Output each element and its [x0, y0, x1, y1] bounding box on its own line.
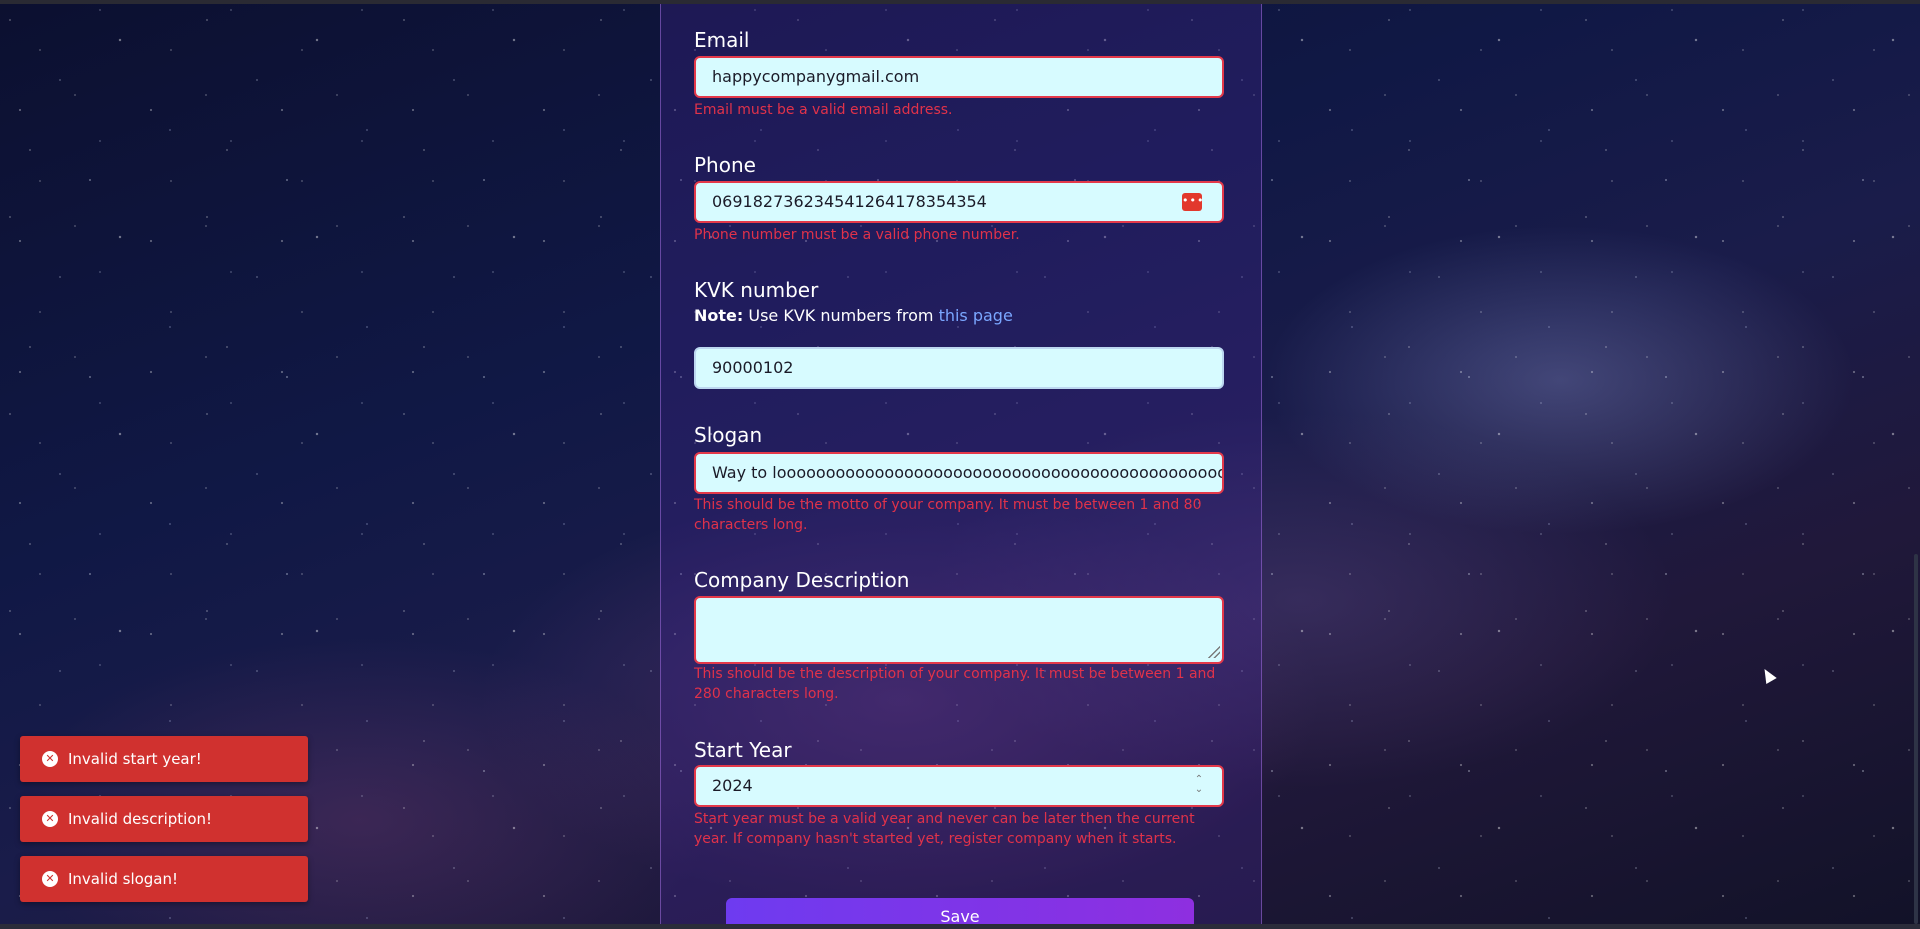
kvk-note-text: Use KVK numbers from [748, 306, 934, 325]
error-circle-icon: ✕ [42, 871, 58, 887]
toast-invalid-description[interactable]: ✕ Invalid description! [20, 796, 308, 842]
toast-invalid-start-year[interactable]: ✕ Invalid start year! [20, 736, 308, 782]
year-spinner-icon[interactable]: ⌃ ⌄ [1190, 775, 1208, 797]
kvk-note: Note: Use KVK numbers from this page [694, 306, 1013, 325]
toast-invalid-slogan[interactable]: ✕ Invalid slogan! [20, 856, 308, 902]
description-label: Company Description [694, 568, 910, 592]
phone-field[interactable]: 069182736234541264178354354 [694, 181, 1224, 223]
description-textarea[interactable] [694, 596, 1224, 664]
textarea-resize-handle[interactable] [1208, 646, 1220, 658]
start-year-field[interactable]: 2024 [694, 765, 1224, 807]
bottom-edge [0, 924, 1920, 929]
slogan-error: This should be the motto of your company… [694, 497, 1202, 533]
slogan-field[interactable]: Way to loooooooooooooooooooooooooooooooo… [694, 452, 1224, 494]
error-circle-icon: ✕ [42, 751, 58, 767]
kvk-note-link[interactable]: this page [939, 306, 1013, 325]
start-year-error: Start year must be a valid year and neve… [694, 811, 1195, 847]
email-field[interactable]: happycompanygmail.com [694, 56, 1224, 98]
email-label: Email [694, 28, 750, 52]
phone-label: Phone [694, 153, 756, 177]
kvk-label: KVK number [694, 278, 819, 302]
kvk-field[interactable]: 90000102 [694, 347, 1224, 389]
error-circle-icon: ✕ [42, 811, 58, 827]
password-manager-icon[interactable]: ••• [1182, 193, 1203, 211]
toast-text: Invalid start year! [68, 750, 202, 768]
description-error: This should be the description of your c… [694, 666, 1216, 702]
toast-text: Invalid slogan! [68, 870, 179, 888]
scrollbar-thumb[interactable] [1914, 554, 1918, 924]
slogan-label: Slogan [694, 423, 763, 447]
email-error: Email must be a valid email address. [694, 102, 953, 118]
start-year-label: Start Year [694, 738, 792, 762]
kvk-note-bold: Note: [694, 306, 744, 325]
toast-text: Invalid description! [68, 810, 213, 828]
phone-error: Phone number must be a valid phone numbe… [694, 227, 1020, 243]
